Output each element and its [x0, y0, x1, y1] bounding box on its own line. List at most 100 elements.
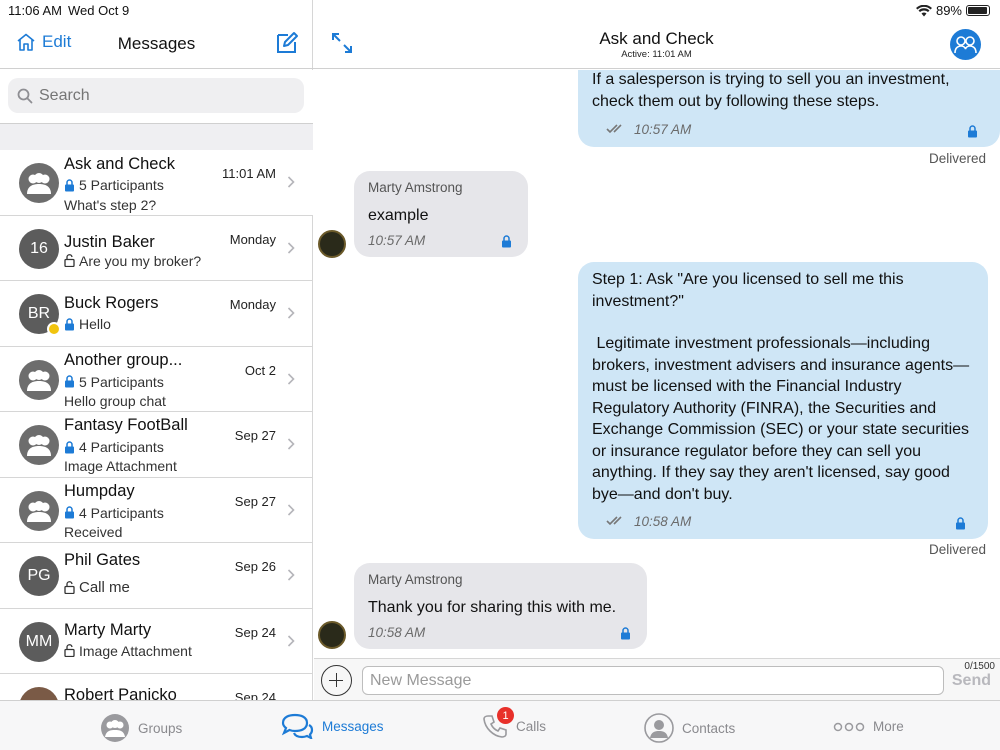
add-attachment-button[interactable] [321, 665, 352, 696]
tab-label: Groups [138, 720, 183, 736]
tab-messages[interactable]: Messages [280, 713, 384, 739]
conversation-time: Oct 2 [244, 362, 276, 378]
conversation-item[interactable]: MM Marty Marty Image Attachment Sep 24 [0, 609, 313, 674]
conversation-preview: 4 Participants [79, 504, 164, 521]
conversation-preview-row: Are you my broker? [64, 253, 201, 269]
wifi-icon [915, 4, 932, 16]
group-icon [27, 369, 51, 391]
conversation-name: Fantasy FootBall [64, 416, 188, 434]
message-text: example [368, 206, 429, 224]
conversation-item[interactable]: PG Phil Gates Call me Sep 26 [0, 543, 313, 609]
unlock-icon [64, 254, 75, 267]
group-icon [27, 173, 51, 194]
message-time: 10:57 AM [634, 121, 692, 137]
chevron-right-icon [287, 241, 295, 254]
status-right: 89% [915, 3, 990, 18]
conversation-item[interactable]: Fantasy FootBall 4 Participants Image At… [0, 412, 313, 478]
search-input[interactable] [39, 86, 279, 105]
conversation-list: Ask and Check 5 Participants What's step… [0, 150, 313, 700]
participants-icon [954, 36, 977, 54]
conversation-name: Buck Rogers [64, 294, 159, 312]
group-avatar [19, 163, 59, 203]
sender-avatar [318, 621, 346, 649]
tab-label: Calls [516, 718, 547, 734]
conversation-last-message: Image Attachment [64, 458, 177, 474]
chevron-right-icon [287, 438, 295, 450]
compose-icon[interactable] [275, 31, 299, 55]
search-bar [0, 70, 313, 124]
participants-button[interactable] [950, 29, 981, 60]
tab-contacts[interactable]: Contacts [644, 713, 735, 743]
message-thread: If a salesperson is trying to sell you a… [314, 70, 1000, 658]
chevron-right-icon [287, 503, 295, 516]
tab-label: Messages [322, 718, 384, 734]
conversation-time: Sep 26 [234, 559, 276, 574]
conversation-time: Sep 24 [234, 690, 276, 700]
avatar: PG [19, 556, 59, 596]
outgoing-message[interactable]: Step 1: Ask "Are you licensed to sell me… [578, 262, 988, 539]
outgoing-message[interactable]: If a salesperson is trying to sell you a… [578, 70, 1000, 147]
tab-calls[interactable]: 1 Calls [482, 707, 547, 739]
avatar-photo [19, 687, 59, 700]
message-meta: 10:58 AM [368, 622, 425, 644]
conversation-preview-row: Image Attachment [64, 643, 192, 659]
calls-icon-wrap: 1 [482, 707, 514, 739]
sidebar-title: Messages [117, 34, 196, 53]
double-check-icon [606, 516, 622, 526]
lock-icon [65, 375, 74, 388]
tab-more[interactable]: More [833, 719, 904, 734]
conversation-preview: Image Attachment [79, 642, 192, 659]
group-avatar [19, 359, 59, 400]
conversation-participants: 5 Participants [64, 177, 164, 193]
conversation-name: Justin Baker [64, 232, 155, 251]
incoming-message[interactable]: Marty Amstrong example 10:57 AM [354, 171, 528, 257]
conversation-participants: 5 Participants [64, 374, 164, 390]
group-avatar [19, 425, 59, 465]
battery-percent: 89% [935, 3, 962, 18]
conversation-item[interactable]: 16 Justin Baker Are you my broker? Monda… [0, 216, 313, 281]
search-icon [17, 88, 33, 103]
lock-icon [502, 235, 511, 248]
sender-avatar [318, 230, 346, 258]
conversation-name: Robert Panicko [64, 686, 177, 700]
message-text: Thank you for sharing this with me. [368, 598, 617, 616]
conversation-item[interactable]: Ask and Check 5 Participants What's step… [0, 150, 313, 216]
conversation-participants: 4 Participants [64, 439, 164, 455]
conversation-item[interactable]: Robert Panicko Sep 24 [0, 674, 313, 700]
conversation-participants: 4 Participants [64, 505, 164, 521]
chevron-right-icon [287, 176, 295, 188]
message-time: 10:58 AM [634, 513, 692, 529]
double-check-icon [606, 124, 622, 134]
conversation-time: Monday [229, 297, 276, 312]
lock-icon [65, 178, 74, 191]
battery-icon [966, 5, 990, 16]
tab-bar: Groups Messages 1 Calls Contacts More [0, 700, 1000, 750]
message-text-line: Legitimate investment professionals—incl… [592, 335, 974, 503]
group-icon [27, 500, 51, 522]
send-button[interactable]: Send [952, 672, 991, 690]
character-counter: 0/1500 [964, 661, 995, 672]
conversation-item[interactable]: BR Buck Rogers Hello Monday [0, 281, 313, 347]
contacts-icon [644, 713, 674, 743]
lock-icon [65, 440, 74, 453]
conversation-item[interactable]: Another group... 5 Participants Hello gr… [0, 347, 313, 412]
incoming-message[interactable]: Marty Amstrong Thank you for sharing thi… [354, 563, 647, 649]
unlock-icon [64, 581, 75, 594]
conversation-preview: 4 Participants [79, 439, 164, 455]
chevron-right-icon [287, 307, 295, 319]
conversation-last-message: Received [64, 523, 123, 540]
message-text-line [592, 312, 974, 333]
search-field[interactable] [8, 78, 304, 113]
tab-label: Contacts [682, 720, 736, 736]
conversation-preview: Hello [79, 316, 111, 332]
conversation-preview: 5 Participants [79, 177, 164, 193]
conversation-preview-row: Call me [64, 579, 130, 596]
avatar: 16 [19, 228, 59, 269]
message-meta: 10:57 AM [606, 119, 691, 141]
lock-icon [968, 125, 977, 138]
conversation-item[interactable]: Humpday 4 Participants Received Sep 27 [0, 478, 313, 543]
message-input[interactable] [362, 666, 944, 695]
chat-subtitle: Active: 11:01 AM [621, 49, 692, 60]
lock-icon [65, 506, 74, 519]
tab-groups[interactable]: Groups [100, 713, 182, 743]
